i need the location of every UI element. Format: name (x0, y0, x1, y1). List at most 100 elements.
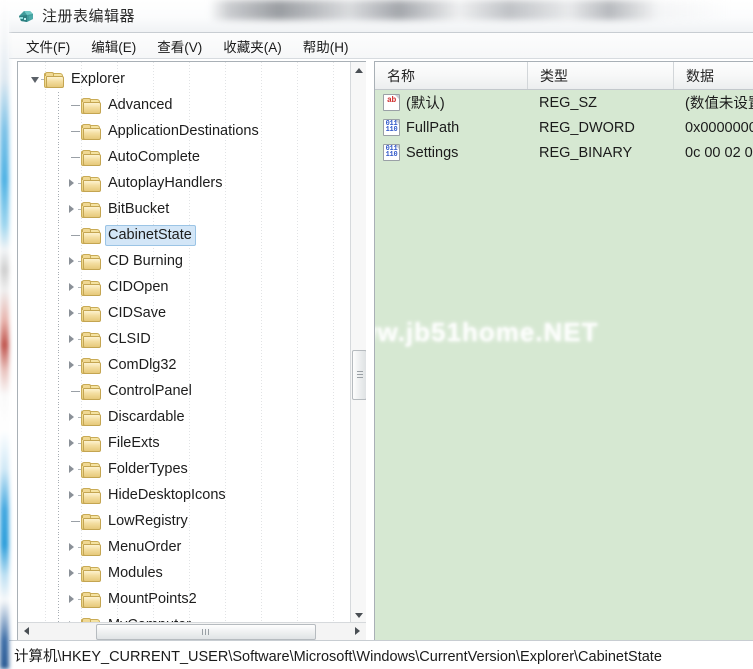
tree-expander-expand-icon[interactable] (67, 404, 80, 430)
tree-item-comdlg32[interactable]: ComDlg32 (18, 352, 351, 378)
menu-favorites[interactable]: 收藏夹(A) (214, 34, 291, 58)
menu-edit[interactable]: 编辑(E) (82, 34, 145, 58)
tree-item-clsid[interactable]: CLSID (18, 326, 351, 352)
value-type-cell: REG_DWORD (527, 120, 673, 136)
thumb-grip-icon (357, 371, 363, 378)
tree-item-label: LowRegistry (105, 511, 192, 532)
value-list-header: 名称 类型 数据 (375, 62, 753, 90)
tree-indent-spacer (54, 248, 67, 274)
tree-expander-expand-icon[interactable] (67, 326, 80, 352)
value-type-cell: REG_SZ (527, 95, 673, 111)
tree-indent-spacer (54, 534, 67, 560)
scroll-up-arrow-icon[interactable] (351, 62, 366, 78)
tree-item-fileexts[interactable]: FileExts (18, 430, 351, 456)
tree-item-label: CIDOpen (105, 277, 172, 298)
folder-icon (81, 228, 100, 243)
tree-item-modules[interactable]: Modules (18, 560, 351, 586)
tree-item-label: FileExts (105, 433, 164, 454)
tree-item-label: ControlPanel (105, 381, 196, 402)
tree-expander-expand-icon[interactable] (67, 534, 80, 560)
tree-expander-expand-icon[interactable] (67, 430, 80, 456)
tree-indent-spacer (54, 430, 67, 456)
tree-item-cidsave[interactable]: CIDSave (18, 300, 351, 326)
binary-value-icon: 011110 (383, 144, 400, 161)
tree-expander-expand-icon[interactable] (67, 586, 80, 612)
thumb-grip-icon (202, 629, 210, 635)
tree-item-applicationdestinations[interactable]: ApplicationDestinations (18, 118, 351, 144)
tree-item-label: HideDesktopIcons (105, 485, 230, 506)
tree-expander-expand-icon[interactable] (67, 482, 80, 508)
tree-vertical-scrollbar[interactable] (350, 62, 366, 623)
tree-expander-expand-icon[interactable] (67, 196, 80, 222)
value-row[interactable]: ab(默认)REG_SZ(数值未设置 (375, 90, 753, 115)
tree-expander-expand-icon[interactable] (67, 170, 80, 196)
scroll-left-arrow-icon[interactable] (18, 623, 35, 639)
tree-item-cabinetstate[interactable]: CabinetState (18, 222, 351, 248)
registry-editor-icon (17, 7, 35, 25)
tree-item-advanced[interactable]: Advanced (18, 92, 351, 118)
tree-horizontal-scrollbar[interactable] (18, 622, 366, 640)
folder-icon (81, 254, 100, 269)
tree-item-explorer[interactable]: Explorer (18, 66, 351, 92)
tree-expander-expand-icon[interactable] (67, 248, 80, 274)
tree-indent-spacer (54, 170, 67, 196)
tree-connector-line (67, 378, 80, 404)
tree-item-menuorder[interactable]: MenuOrder (18, 534, 351, 560)
value-row[interactable]: 011110SettingsREG_BINARY0c 00 02 0 (375, 140, 753, 165)
menu-view[interactable]: 查看(V) (148, 34, 211, 58)
tree-item-cd-burning[interactable]: CD Burning (18, 248, 351, 274)
menu-file[interactable]: 文件(F) (17, 34, 79, 58)
tree-indent-spacer (54, 378, 67, 404)
tree-expander-expand-icon[interactable] (67, 274, 80, 300)
tree-indent-spacer (54, 352, 67, 378)
folder-icon (81, 384, 100, 399)
column-header-data[interactable]: 数据 (673, 62, 753, 89)
tree-connector-line (67, 144, 80, 170)
tree-viewport[interactable]: ExplorerAdvancedApplicationDestinationsA… (18, 62, 351, 623)
tree-vscroll-thumb[interactable] (352, 350, 366, 400)
screenshot-edge-artifact (0, 0, 9, 669)
tree-item-autoplayhandlers[interactable]: AutoplayHandlers (18, 170, 351, 196)
tree-item-autocomplete[interactable]: AutoComplete (18, 144, 351, 170)
tree-expander-expand-icon[interactable] (67, 456, 80, 482)
tree-expander-expand-icon[interactable] (67, 352, 80, 378)
tree-item-lowregistry[interactable]: LowRegistry (18, 508, 351, 534)
tree-hscroll-thumb[interactable] (96, 624, 316, 640)
tree-item-cidopen[interactable]: CIDOpen (18, 274, 351, 300)
tree-expander-expand-icon[interactable] (67, 300, 80, 326)
tree-item-controlpanel[interactable]: ControlPanel (18, 378, 351, 404)
menu-help[interactable]: 帮助(H) (294, 34, 358, 58)
registry-key-tree-pane: ExplorerAdvancedApplicationDestinationsA… (17, 61, 366, 641)
value-name-text: FullPath (406, 120, 459, 136)
folder-icon (81, 540, 100, 555)
folder-icon (81, 124, 100, 139)
folder-icon (44, 72, 63, 87)
tree-expander-collapse-icon[interactable] (30, 66, 43, 92)
tree-item-mountpoints2[interactable]: MountPoints2 (18, 586, 351, 612)
column-header-name[interactable]: 名称 (375, 62, 527, 89)
tree-item-hidedesktopicons[interactable]: HideDesktopIcons (18, 482, 351, 508)
tree-item-foldertypes[interactable]: FolderTypes (18, 456, 351, 482)
value-name-text: (默认) (406, 92, 445, 113)
tree-indent-spacer (54, 482, 67, 508)
tree-item-label: Modules (105, 563, 167, 584)
folder-icon (81, 150, 100, 165)
tree-item-discardable[interactable]: Discardable (18, 404, 351, 430)
binary-value-icon: 011110 (383, 119, 400, 136)
tree-expander-expand-icon[interactable] (67, 560, 80, 586)
folder-icon (81, 332, 100, 347)
pane-splitter[interactable] (366, 61, 374, 641)
tree-item-bitbucket[interactable]: BitBucket (18, 196, 351, 222)
value-data-cell: (数值未设置 (673, 92, 753, 113)
value-row[interactable]: 011110FullPathREG_DWORD0x0000000 (375, 115, 753, 140)
tree-indent-spacer (54, 196, 67, 222)
tree-indent-spacer (54, 456, 67, 482)
scroll-right-arrow-icon[interactable] (349, 623, 366, 639)
tree-connector-line (67, 222, 80, 248)
tree-item-label: CLSID (105, 329, 155, 350)
column-header-type[interactable]: 类型 (527, 62, 673, 89)
tree-indent-spacer (54, 560, 67, 586)
registry-editor-window: 注册表编辑器 文件(F) 编辑(E) 查看(V) 收藏夹(A) 帮助(H) Ex… (0, 0, 753, 669)
scroll-down-arrow-icon[interactable] (351, 607, 366, 623)
value-name-cell: 011110Settings (375, 144, 527, 161)
